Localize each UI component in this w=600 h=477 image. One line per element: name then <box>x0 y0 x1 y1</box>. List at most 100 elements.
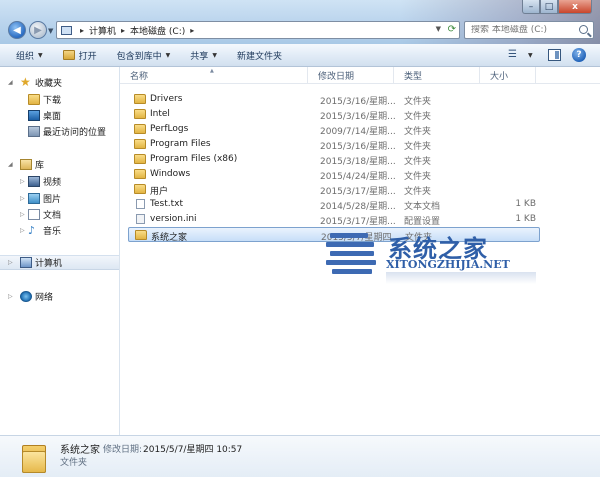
file-name: Intel <box>150 109 170 119</box>
expand-arrow-icon[interactable]: ▷ <box>20 178 25 185</box>
expand-arrow-icon[interactable]: ▷ <box>20 211 25 218</box>
maximize-button[interactable]: □ <box>540 0 558 14</box>
organize-label: 组织 <box>16 51 35 62</box>
nav-item-label: 下载 <box>43 96 62 106</box>
nav-favorites[interactable]: ◢ ★ 收藏夹 <box>0 75 119 90</box>
expand-arrow-icon[interactable]: ▷ <box>8 293 13 300</box>
file-row[interactable]: 用户 2015/3/17/星期... 文件夹 <box>128 182 540 197</box>
chevron-down-icon: ▼ <box>38 51 43 59</box>
nav-item-videos[interactable]: ▷ 视频 <box>0 174 119 189</box>
file-name: Test.txt <box>150 199 183 209</box>
collapse-arrow-icon[interactable]: ◢ <box>8 79 13 86</box>
column-date-label: 修改日期 <box>318 72 355 82</box>
column-size[interactable]: 大小 <box>480 67 536 84</box>
file-date-modified: 2015/4/24/星期... <box>320 172 396 182</box>
folder-icon <box>134 94 146 104</box>
star-icon: ★ <box>20 75 31 89</box>
file-date-modified: 2015/3/16/星期... <box>320 97 396 107</box>
nav-network[interactable]: ▷ 网络 <box>0 289 119 304</box>
large-folder-icon <box>22 441 46 473</box>
refresh-icon[interactable]: ⟳ <box>448 24 456 35</box>
file-name: PerfLogs <box>150 124 189 134</box>
view-dropdown-icon[interactable]: ▼ <box>528 52 533 59</box>
nav-item-label: 最近访问的位置 <box>43 128 107 138</box>
minimize-button[interactable]: – <box>522 0 540 14</box>
expand-arrow-icon[interactable]: ▷ <box>8 259 13 266</box>
collapse-arrow-icon[interactable]: ◢ <box>8 161 13 168</box>
breadcrumb-separator[interactable]: ▸ <box>80 26 84 35</box>
folder-icon <box>134 124 146 134</box>
file-row[interactable]: Drivers 2015/3/16/星期... 文件夹 <box>128 92 540 107</box>
computer-icon <box>61 25 72 35</box>
sort-caret-icon: ▲ <box>210 68 214 74</box>
file-type: 文件夹 <box>404 142 432 152</box>
computer-icon <box>20 257 32 268</box>
new-folder-label: 新建文件夹 <box>236 51 282 62</box>
nav-favorites-label: 收藏夹 <box>35 79 63 89</box>
recent-pages-dropdown[interactable]: ▼ <box>48 27 53 35</box>
column-type[interactable]: 类型 <box>394 67 480 84</box>
open-label: 打开 <box>78 51 97 62</box>
desktop-icon <box>28 110 40 121</box>
file-type: 文件夹 <box>404 97 432 107</box>
nav-computer[interactable]: ▷ 计算机 <box>0 255 119 270</box>
breadcrumb-computer[interactable]: 计算机 <box>89 24 116 37</box>
navigation-pane: ◢ ★ 收藏夹 下载 桌面 最近访问的位置 ◢ 库 ▷ 视频 ▷ 图片 ▷ 文档… <box>0 67 120 435</box>
nav-item-recent-places[interactable]: 最近访问的位置 <box>0 124 119 139</box>
chevron-down-icon: ▼ <box>212 51 217 59</box>
nav-libraries[interactable]: ◢ 库 <box>0 157 119 172</box>
file-row[interactable]: Test.txt 2014/5/28/星期... 文本文档 1 KB <box>128 197 540 212</box>
folder-icon <box>135 230 147 240</box>
nav-item-music[interactable]: ▷ ♪ 音乐 <box>0 223 119 238</box>
file-type: 文本文档 <box>404 202 441 212</box>
nav-item-documents[interactable]: ▷ 文档 <box>0 207 119 222</box>
forward-button[interactable]: ▶ <box>29 21 47 39</box>
breadcrumb-local-disk[interactable]: 本地磁盘 (C:) <box>130 24 185 37</box>
share-button[interactable]: 共享 ▼ <box>180 44 227 67</box>
file-name: Program Files (x86) <box>150 154 238 164</box>
breadcrumb-separator[interactable]: ▸ <box>190 26 194 35</box>
view-options-icon[interactable]: ☰ <box>508 49 517 60</box>
nav-item-pictures[interactable]: ▷ 图片 <box>0 191 119 206</box>
include-in-library-button[interactable]: 包含到库中 ▼ <box>107 44 181 67</box>
folder-icon <box>134 139 146 149</box>
video-icon <box>28 176 40 187</box>
watermark-site-url: XITONGZHIJIA.NET <box>386 258 510 271</box>
breadcrumb-separator[interactable]: ▸ <box>121 26 125 35</box>
file-type: 文件夹 <box>404 112 432 122</box>
file-row[interactable]: Program Files 2015/3/16/星期... 文件夹 <box>128 137 540 152</box>
share-label: 共享 <box>190 51 209 62</box>
column-date-modified[interactable]: 修改日期 <box>308 67 394 84</box>
column-name[interactable]: 名称 ▲ <box>120 67 308 84</box>
network-icon <box>20 291 32 302</box>
nav-item-downloads[interactable]: 下载 <box>0 92 119 107</box>
file-row[interactable]: PerfLogs 2009/7/14/星期... 文件夹 <box>128 122 540 137</box>
file-row[interactable]: Program Files (x86) 2015/3/18/星期... 文件夹 <box>128 152 540 167</box>
address-bar[interactable]: ▸ 计算机 ▸ 本地磁盘 (C:) ▸ ▼ ⟳ <box>56 21 460 39</box>
file-row[interactable]: Windows 2015/4/24/星期... 文件夹 <box>128 167 540 182</box>
folder-icon <box>134 169 146 179</box>
file-row[interactable]: Intel 2015/3/16/星期... 文件夹 <box>128 107 540 122</box>
file-type: 文件夹 <box>404 157 432 167</box>
search-icon[interactable] <box>579 25 588 34</box>
file-name: version.ini <box>150 214 197 224</box>
help-button[interactable]: ? <box>572 48 586 62</box>
nav-item-label: 图片 <box>43 195 62 205</box>
close-button[interactable]: x <box>558 0 592 14</box>
back-button[interactable]: ◀ <box>8 21 26 39</box>
new-folder-button[interactable]: 新建文件夹 <box>227 44 292 67</box>
nav-network-label: 网络 <box>35 293 54 303</box>
document-icon <box>28 209 40 220</box>
expand-arrow-icon[interactable]: ▷ <box>20 195 25 202</box>
open-button[interactable]: 打开 <box>53 44 107 67</box>
address-history-dropdown[interactable]: ▼ <box>436 25 441 33</box>
search-input[interactable] <box>471 25 577 35</box>
search-box[interactable] <box>464 21 594 39</box>
organize-button[interactable]: 组织 ▼ <box>6 44 53 67</box>
nav-item-desktop[interactable]: 桌面 <box>0 108 119 123</box>
file-type: 文件夹 <box>404 187 432 197</box>
expand-arrow-icon[interactable]: ▷ <box>20 227 25 234</box>
folder-icon <box>134 109 146 119</box>
file-name: Windows <box>150 169 191 179</box>
preview-pane-icon[interactable] <box>548 49 561 61</box>
